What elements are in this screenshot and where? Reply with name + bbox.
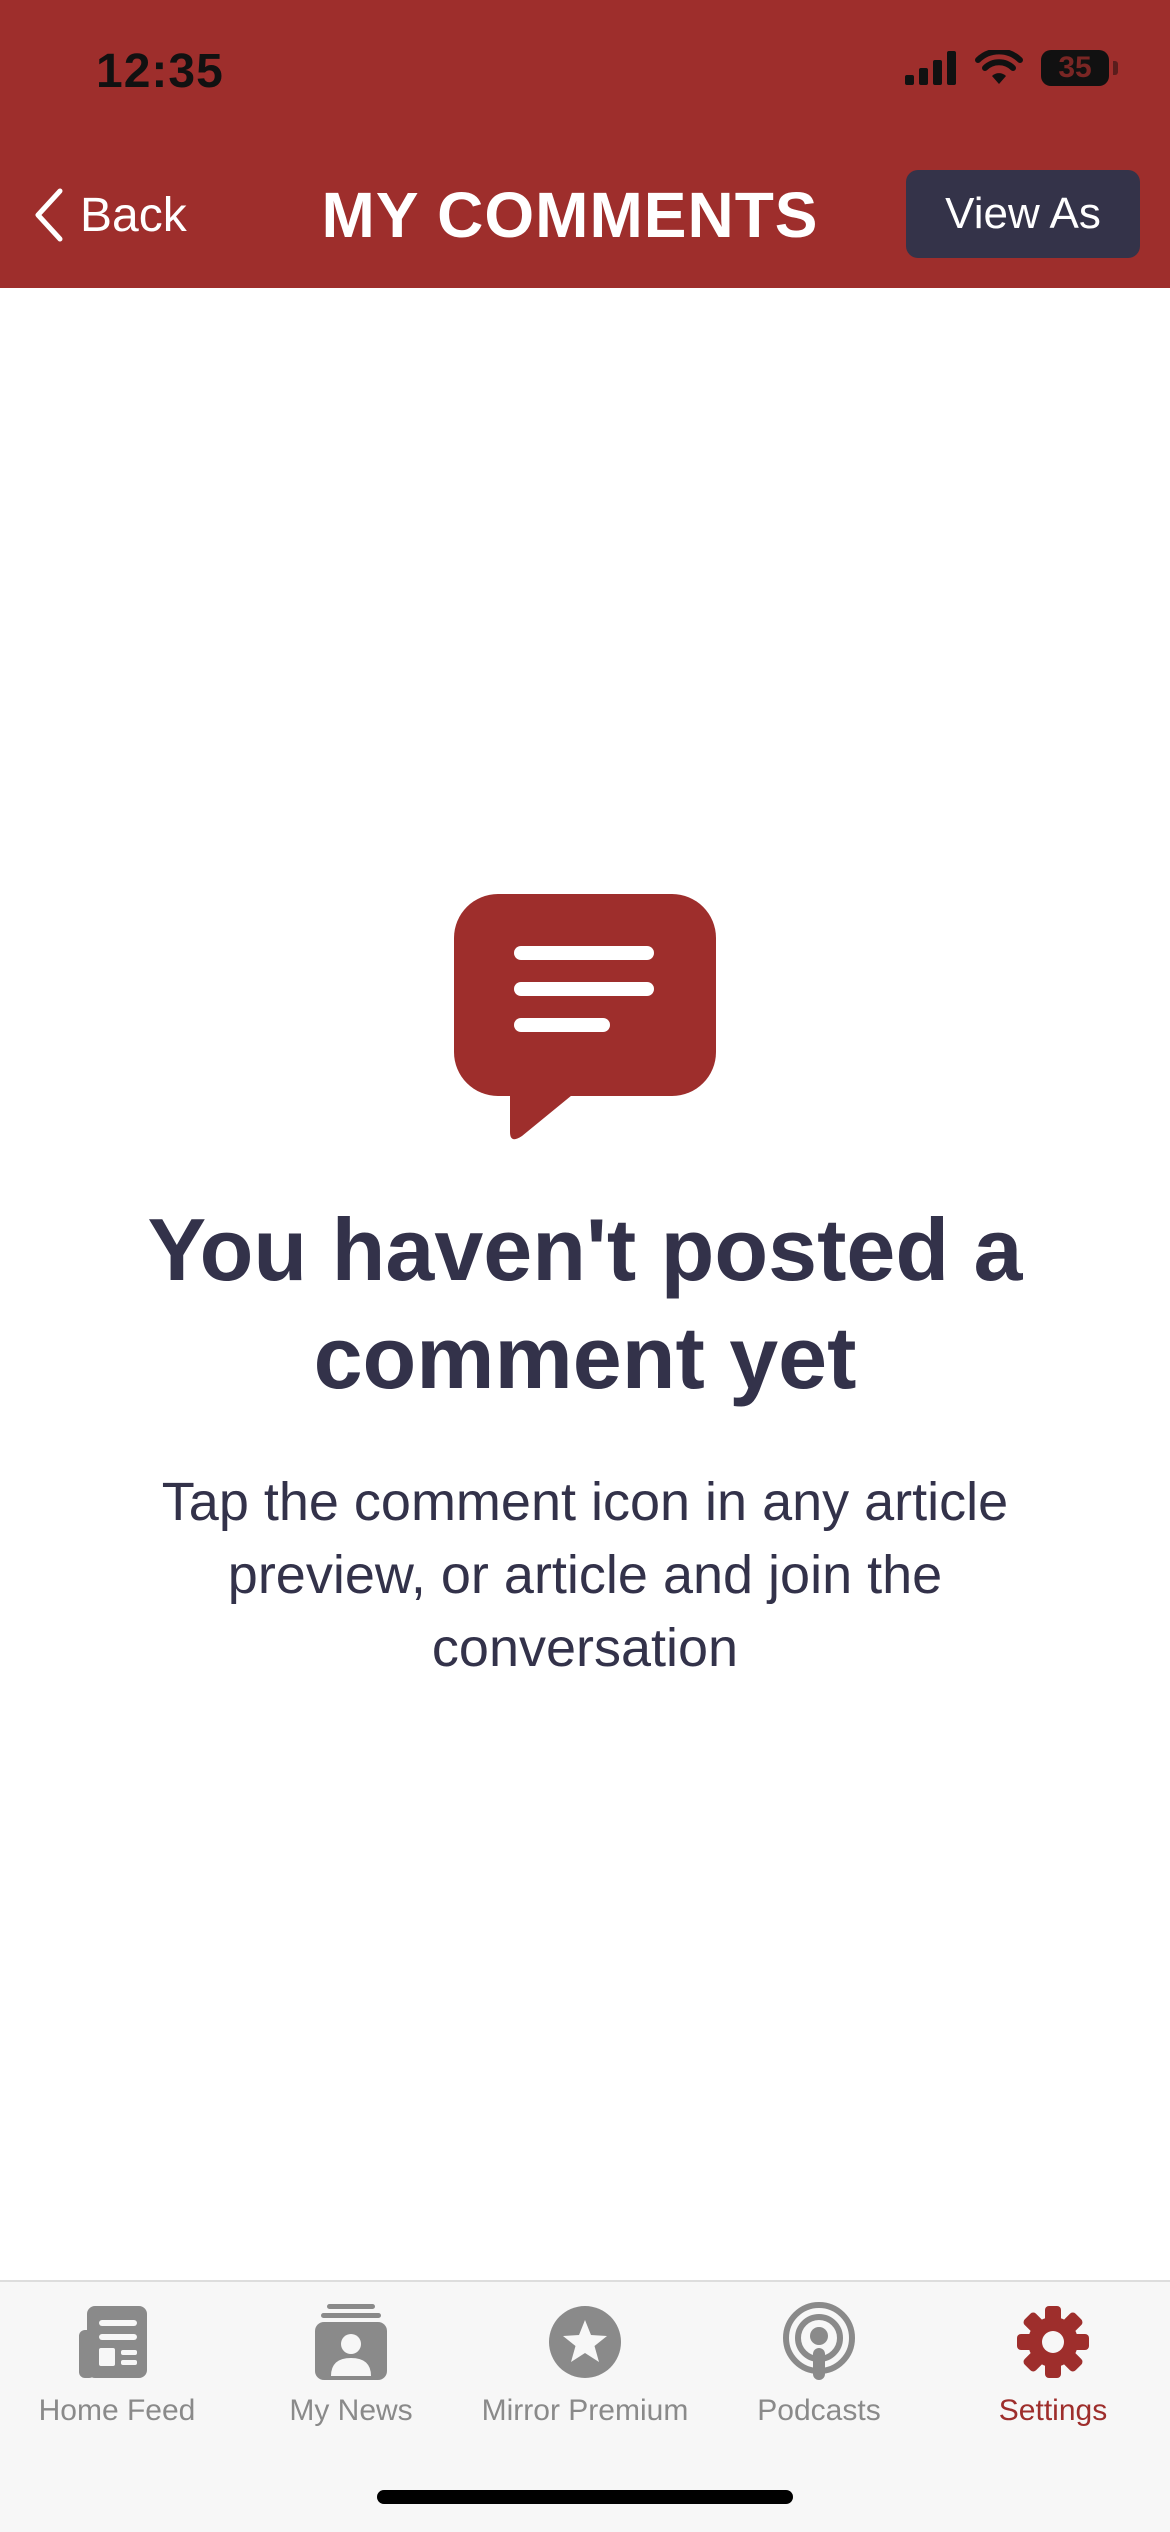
person-stack-icon (315, 2304, 387, 2380)
tab-settings[interactable]: Settings (936, 2282, 1170, 2442)
tab-my-news[interactable]: My News (234, 2282, 468, 2442)
tab-home-feed[interactable]: Home Feed (0, 2282, 234, 2442)
back-label: Back (80, 188, 187, 242)
status-time: 12:35 (96, 45, 224, 98)
tab-label: My News (289, 2394, 413, 2427)
battery-icon: 35 (1041, 50, 1109, 86)
tab-label: Podcasts (757, 2394, 881, 2427)
home-indicator[interactable] (377, 2490, 793, 2504)
status-icons: 35 (905, 50, 1118, 86)
tab-podcasts[interactable]: Podcasts (702, 2282, 936, 2442)
cellular-signal-icon (905, 51, 956, 85)
empty-state-title: You haven't posted a comment yet (147, 1200, 1023, 1407)
podcast-icon (783, 2302, 855, 2380)
tab-mirror-premium[interactable]: Mirror Premium (468, 2282, 702, 2442)
page-title: MY COMMENTS (321, 179, 819, 251)
empty-state-description: Tap the comment icon in any article prev… (161, 1472, 1009, 1678)
tab-label: Home Feed (38, 2394, 196, 2427)
tab-label: Settings (998, 2394, 1108, 2427)
app-header: 12:35 35 Back MY COMMENTS View As (0, 0, 1170, 288)
view-as-button[interactable]: View As (906, 170, 1140, 258)
tab-label: Mirror Premium (481, 2394, 689, 2427)
star-circle-icon (549, 2306, 621, 2378)
battery-level: 35 (1058, 51, 1092, 84)
gear-icon (1017, 2306, 1089, 2378)
wifi-icon (975, 50, 1023, 84)
chevron-left-icon (35, 188, 63, 242)
back-button[interactable]: Back (30, 180, 187, 250)
newspaper-icon (79, 2306, 147, 2378)
comment-bubble-icon (454, 894, 716, 1140)
